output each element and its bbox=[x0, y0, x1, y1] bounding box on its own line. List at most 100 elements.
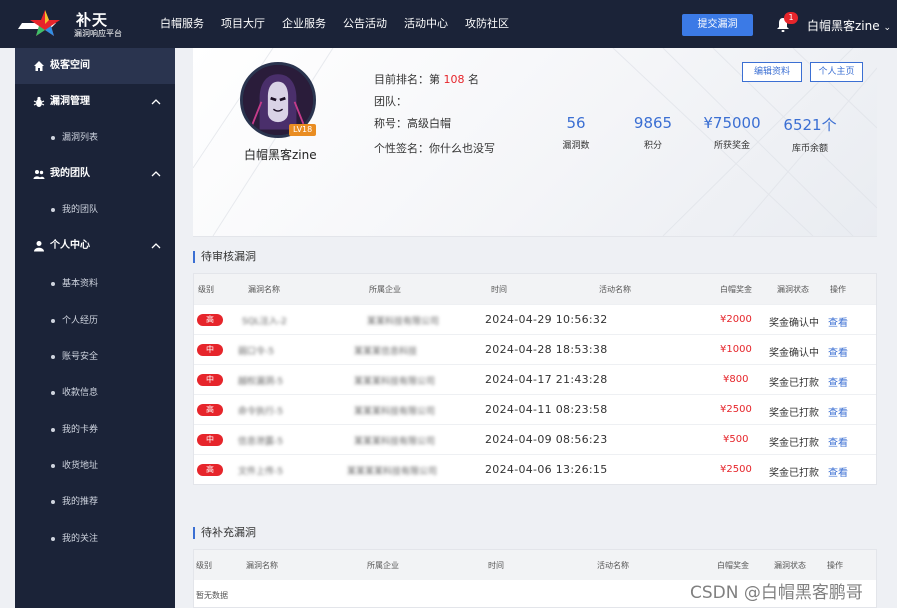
stat-value: ¥75000 bbox=[703, 114, 761, 132]
stat-value: 9865 bbox=[633, 114, 673, 132]
bug-icon bbox=[33, 96, 45, 107]
homepage-button[interactable]: 个人主页 bbox=[810, 62, 863, 82]
notification-badge: 1 bbox=[784, 12, 798, 24]
rank-prefix: 目前排名：第 bbox=[374, 73, 440, 86]
sidebar-item-my-referrals[interactable]: 我的推荐 bbox=[15, 484, 175, 520]
vuln-name: 越权漏洞-5 bbox=[238, 377, 283, 387]
sidebar-item-label: 极客空间 bbox=[50, 60, 90, 71]
severity-badge: 中 bbox=[197, 344, 223, 356]
logo-star-icon bbox=[18, 10, 60, 36]
sidebar-group-label: 漏洞管理 bbox=[50, 96, 90, 107]
nav-item-community[interactable]: 攻防社区 bbox=[465, 0, 509, 48]
nav-item-project-hall[interactable]: 项目大厅 bbox=[221, 0, 265, 48]
brand-title: 补天 bbox=[76, 11, 109, 29]
column-header: 操作 bbox=[827, 561, 843, 570]
sidebar-item-basic-info[interactable]: 基本资料 bbox=[15, 266, 175, 302]
view-link[interactable]: 查看 bbox=[828, 314, 848, 329]
company-name: 某某某某科技有限公司 bbox=[347, 467, 438, 477]
submit-vulnerability-button[interactable]: 提交漏洞 bbox=[682, 14, 753, 36]
vuln-status: 奖金确认中 bbox=[769, 348, 819, 359]
submit-time: 2024-04-28 18:53:38 bbox=[485, 343, 608, 356]
supplement-section-title: 待补充漏洞 bbox=[193, 527, 256, 539]
sidebar-item-vuln-list[interactable]: 漏洞列表 bbox=[15, 120, 175, 156]
sidebar-item-my-team[interactable]: 我的团队 bbox=[15, 192, 175, 228]
stat-label: 所获奖金 bbox=[713, 141, 750, 151]
stat-value: 56 bbox=[566, 114, 586, 132]
top-navigation-bar: 补天 漏洞响应平台 白帽服务 项目大厅 企业服务 公告活动 活动中心 攻防社区 … bbox=[0, 0, 897, 48]
home-icon bbox=[34, 61, 44, 71]
bullet-dot bbox=[51, 537, 55, 541]
nav-item-whitehat-service[interactable]: 白帽服务 bbox=[160, 0, 204, 48]
submit-time: 2024-04-11 08:23:58 bbox=[485, 403, 608, 416]
sidebar-group-my-team[interactable]: 我的团队 bbox=[15, 156, 175, 192]
severity-badge: 高 bbox=[197, 404, 223, 416]
user-name: 白帽黑客zine bbox=[807, 19, 880, 33]
rank-line: 目前排名：第 108 名 bbox=[374, 72, 479, 87]
profile-name: 白帽黑客zine bbox=[244, 148, 317, 162]
table-row[interactable]: 中 越权漏洞-5 某某某科技有限公司 2024-04-17 21:43:28 ¥… bbox=[194, 364, 876, 394]
table-header: 级别 漏洞名称 所属企业 时间 活动名称 白帽奖金 漏洞状态 操作 bbox=[194, 274, 876, 304]
chevron-up-icon bbox=[151, 99, 161, 105]
bullet-dot bbox=[51, 464, 55, 468]
bonus-amount: ¥800 bbox=[723, 374, 749, 385]
submit-time: 2024-04-17 21:43:28 bbox=[485, 373, 608, 386]
view-link[interactable]: 查看 bbox=[828, 344, 848, 359]
nav-item-activity-center[interactable]: 活动中心 bbox=[404, 0, 448, 48]
brand-logo[interactable]: 补天 漏洞响应平台 bbox=[16, 8, 148, 40]
view-link[interactable]: 查看 bbox=[828, 434, 848, 449]
table-row[interactable]: 高 SQL注入-2 某某科技有限公司 2024-04-29 10:56:32 ¥… bbox=[194, 304, 876, 334]
column-header: 漏洞状态 bbox=[774, 561, 806, 570]
bullet-dot bbox=[51, 208, 55, 212]
stat-label: 库币余额 bbox=[791, 144, 828, 154]
pending-section-title: 待审核漏洞 bbox=[193, 251, 256, 263]
nav-item-enterprise-service[interactable]: 企业服务 bbox=[282, 0, 326, 48]
severity-badge: 高 bbox=[197, 464, 223, 476]
vuln-status: 奖金确认中 bbox=[769, 318, 819, 329]
table-row[interactable]: 高 文件上传-5 某某某某科技有限公司 2024-04-06 13:26:15 … bbox=[194, 454, 876, 484]
view-link[interactable]: 查看 bbox=[828, 404, 848, 419]
bullet-dot bbox=[51, 500, 55, 504]
company-name: 某某某信息科技 bbox=[354, 347, 418, 357]
empty-state: 暂无数据 bbox=[196, 591, 228, 600]
table-row[interactable]: 中 弱口令-5 某某某信息科技 2024-04-28 18:53:38 ¥100… bbox=[194, 334, 876, 364]
bonus-amount: ¥1000 bbox=[720, 344, 752, 355]
company-name: 某某某科技有限公司 bbox=[354, 407, 436, 417]
vuln-status: 奖金已打款 bbox=[769, 408, 819, 419]
bullet-dot bbox=[51, 282, 55, 286]
severity-badge: 高 bbox=[197, 314, 223, 326]
chevron-up-icon bbox=[151, 171, 161, 177]
sidebar-group-personal-center[interactable]: 个人中心 bbox=[15, 228, 175, 264]
table-row[interactable]: 中 信息泄露-5 某某某科技有限公司 2024-04-09 08:56:23 ¥… bbox=[194, 424, 876, 454]
rank-suffix: 名 bbox=[468, 73, 479, 86]
divider bbox=[193, 236, 877, 237]
sidebar-item-my-follows[interactable]: 我的关注 bbox=[15, 521, 175, 557]
severity-badge: 中 bbox=[197, 434, 223, 446]
submit-time: 2024-04-29 10:56:32 bbox=[485, 313, 608, 326]
table-row[interactable]: 高 命令执行-5 某某某科技有限公司 2024-04-11 08:23:58 ¥… bbox=[194, 394, 876, 424]
view-link[interactable]: 查看 bbox=[828, 464, 848, 479]
user-menu[interactable]: 白帽黑客zine ⌄ bbox=[807, 17, 891, 34]
vuln-name: 弱口令-5 bbox=[238, 347, 274, 357]
sidebar-group-vuln-management[interactable]: 漏洞管理 bbox=[15, 84, 175, 120]
sidebar-item-label: 基本资料 bbox=[62, 279, 99, 289]
nav-item-announcements[interactable]: 公告活动 bbox=[343, 0, 387, 48]
column-header: 时间 bbox=[491, 285, 507, 294]
stat-bonus: ¥75000 所获奖金 bbox=[692, 114, 772, 151]
sidebar-item-my-coupons[interactable]: 我的卡券 bbox=[15, 412, 175, 448]
table-header: 级别 漏洞名称 所属企业 时间 活动名称 白帽奖金 漏洞状态 操作 bbox=[194, 550, 876, 580]
sidebar-item-experience[interactable]: 个人经历 bbox=[15, 303, 175, 339]
sidebar: 极客空间 漏洞管理 漏洞列表 我的团队 我的团队 个人中心 基本资料 个人经历 … bbox=[15, 48, 175, 608]
team-line: 团队： bbox=[374, 95, 407, 108]
bonus-amount: ¥2000 bbox=[720, 314, 752, 325]
column-header: 级别 bbox=[196, 561, 212, 570]
sidebar-item-payment-info[interactable]: 收款信息 bbox=[15, 375, 175, 411]
column-header: 所属企业 bbox=[369, 285, 401, 294]
sidebar-item-account-security[interactable]: 账号安全 bbox=[15, 339, 175, 375]
sidebar-item-label: 收货地址 bbox=[62, 461, 99, 471]
sidebar-item-shipping-address[interactable]: 收货地址 bbox=[15, 448, 175, 484]
edit-profile-button[interactable]: 编辑资料 bbox=[742, 62, 802, 82]
sidebar-item-geek-space[interactable]: 极客空间 bbox=[15, 48, 175, 84]
view-link[interactable]: 查看 bbox=[828, 374, 848, 389]
team-icon bbox=[33, 170, 45, 179]
user-icon bbox=[34, 241, 44, 252]
